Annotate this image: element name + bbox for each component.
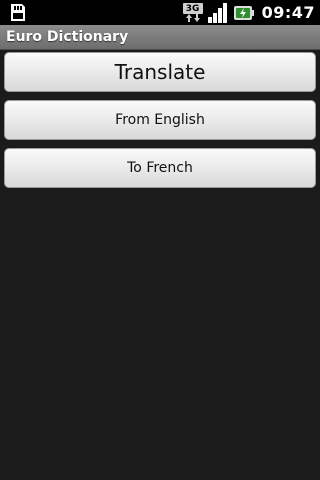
network-label: 3G	[182, 3, 203, 14]
translate-button[interactable]: Translate	[4, 52, 316, 92]
title-bar: Euro Dictionary	[0, 25, 320, 50]
status-bar: 3G 09:47	[0, 0, 320, 25]
sd-card-icon	[11, 4, 25, 21]
battery-charging-icon	[233, 5, 254, 20]
data-arrows-icon	[185, 14, 200, 22]
app-title: Euro Dictionary	[6, 29, 129, 45]
clock: 09:47	[261, 3, 315, 22]
from-language-button[interactable]: From English	[4, 100, 316, 140]
3g-network-icon: 3G	[182, 2, 203, 23]
to-language-button[interactable]: To French	[4, 148, 316, 188]
status-icons: 3G 09:47	[182, 0, 315, 25]
signal-strength-icon	[207, 3, 227, 23]
